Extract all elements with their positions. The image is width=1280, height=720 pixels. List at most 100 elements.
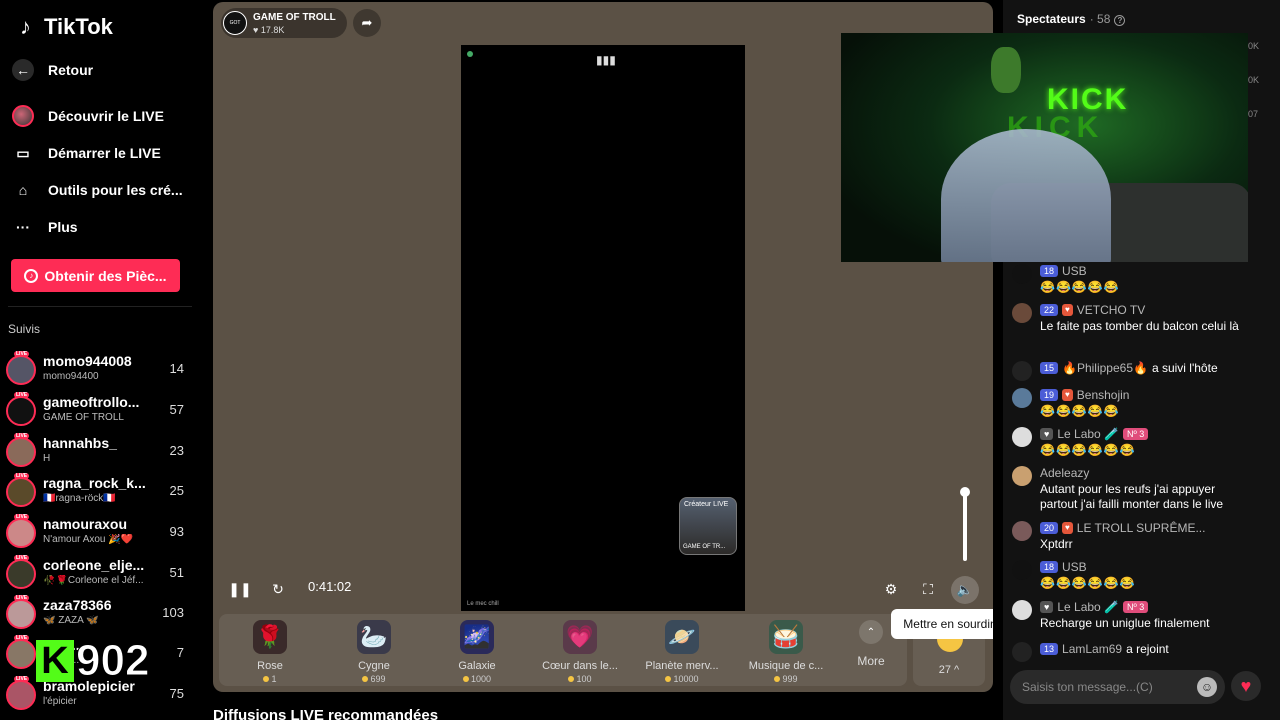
avatar [1012,264,1032,284]
video-caption: Le mec chill [467,601,499,607]
viewer-count: 93 [169,524,184,539]
nav-creator-tools[interactable]: ⌂ Outils pour les cré... [12,175,192,205]
nav-discover-live-label: Découvrir le LIVE [48,108,164,124]
viewers-title: Spectateurs [1017,12,1086,26]
nav-creator-tools-label: Outils pour les cré... [48,182,183,198]
coin-balance: 27 ^ [938,664,960,676]
following-item[interactable]: LIVE ragna_rock_k... 🇫🇷ragna-röck🇫🇷 25 [6,473,194,511]
nav-discover-live[interactable]: Découvrir le LIVE [12,101,192,131]
refresh-icon[interactable]: ↻ [265,576,291,602]
more-dots-icon: ··· [16,219,30,235]
following-item[interactable]: LIVE hannahbs_ H 23 [6,433,194,471]
gift-name: Rose [257,660,283,672]
following-item[interactable]: LIVE zaza78366 🦋 ZAZA 🦋 103 [6,595,194,633]
chat-input[interactable]: Saisis ton message...(C) ☺ [1010,670,1225,704]
help-icon[interactable]: ? [1114,15,1126,26]
emoji-icon[interactable]: ☺ [1197,677,1217,697]
tiktok-logo[interactable]: ♪ TikTok [20,14,113,40]
message-text: 😂😂😂😂😂 [1040,404,1120,418]
level-badge: 18 [1040,265,1059,277]
avatar [6,680,36,710]
gift-bar: 🌹 Rose 1 🦢 Cygne 699 🌌 Galaxie 1000 💗 Cœ… [219,614,907,686]
viewer-count: 7 [176,645,184,660]
following-item[interactable]: LIVE gameoftrollo... GAME OF TROLL 57 [6,392,194,430]
gift-name: Galaxie [458,660,496,672]
viewer-count: 57 [169,402,184,417]
level-badge: 15 [1040,362,1059,374]
following-name: corleone_elje... [43,557,145,573]
nav-start-live[interactable]: ▭ Démarrer le LIVE [12,138,192,168]
gift-item[interactable]: 🌹 Rose 1 [225,620,315,684]
top-viewer-score: 0K [1248,75,1260,85]
username: Adeleazy [1040,466,1090,480]
more-gifts-button[interactable]: ⌃ More [849,620,893,668]
host-likes: ♥ 17.8K [253,25,285,35]
arrow-left-icon: ← [12,59,34,81]
message-text: Recharge un uniglue finalement [1040,616,1210,630]
following-item[interactable]: LIVE corleone_elje... 🥀🌹Corleone el Jéf.… [6,555,194,593]
gift-price: 100 [535,674,625,684]
mute-tooltip: Mettre en sourdine (M) [891,609,993,639]
username: Le Labo 🧪 [1057,427,1119,441]
username: 🔥Philippe65🔥 [1062,361,1148,375]
stream-time: 0:41:02 [308,579,352,594]
username: Le Labo 🧪 [1057,600,1119,614]
kick-logo: K [36,640,74,682]
avatar [6,355,36,385]
recommended-title: Diffusions LIVE recommandées [213,707,439,720]
live-badge: LIVE [14,555,30,561]
nav-more[interactable]: ··· Plus [12,212,192,242]
tiktok-live-page: ♪ TikTok ← Retour Découvrir le LIVE ▭ Dé… [0,0,1280,720]
event-text: a suivi l'hôte [1151,361,1218,375]
following-name: namouraxou [43,516,128,532]
viewer-count: 25 [169,483,184,498]
gift-item[interactable]: 💗 Cœur dans le... 100 [535,620,625,684]
nav-back[interactable]: ← Retour [12,55,192,85]
viewers-header[interactable]: Spectateurs · 58? [1017,12,1126,26]
camera-icon: ▭ [16,144,30,161]
level-badge: ♥ [1040,428,1054,440]
follow-event-icon [1012,361,1032,381]
avatar [1012,560,1032,580]
live-badge: LIVE [14,676,30,682]
viewer-count: 75 [169,686,184,701]
fullscreen-icon[interactable]: ⛶ [915,576,941,602]
fan-badge: ♥ [1062,522,1073,534]
avatar [1012,427,1032,447]
following-name: gameoftrollo... [43,394,140,410]
username: Benshojin [1076,388,1130,402]
chat-input-placeholder: Saisis ton message...(C) [1022,680,1153,694]
avatar [1012,521,1032,541]
mute-button[interactable]: 🔈 [951,576,979,604]
drum-icon: 🥁 [769,620,803,654]
chevron-up-icon: ⌃ [859,620,883,644]
divider [8,306,192,307]
host-chip[interactable]: GOT GAME OF TROLL ♥ 17.8K [221,8,347,38]
gift-name: Cygne [358,660,390,672]
gift-price: 1000 [432,674,522,684]
gift-item[interactable]: 🌌 Galaxie 1000 [432,620,522,684]
gift-item[interactable]: 🪐 Planète merv... 10000 [637,620,727,684]
get-coins-label: Obtenir des Pièc... [44,267,167,284]
following-name: ragna_rock_k... [43,475,146,491]
avatar [6,477,36,507]
heart-icon[interactable]: ♥ [1231,671,1261,701]
viewer-count: 14 [169,361,184,376]
following-item[interactable]: LIVE momo944008 momo94400 14 [6,351,194,389]
volume-knob[interactable] [960,487,970,497]
share-icon[interactable]: ➦ [353,9,381,37]
pause-icon[interactable]: ❚❚ [227,576,253,602]
volume-slider[interactable] [963,489,967,561]
gift-item[interactable]: 🦢 Cygne 699 [329,620,419,684]
following-name: zaza78366 [43,597,112,613]
fan-badge: ♥ [1062,304,1073,316]
avatar [1012,303,1032,323]
live-creator-card[interactable]: Créateur LIVE GAME OF TR... [679,497,737,555]
level-badge: 18 [1040,561,1059,573]
gift-item[interactable]: 🥁 Musique de c... 999 [741,620,831,684]
get-coins-button[interactable]: ♪ Obtenir des Pièc... [11,259,180,292]
settings-icon[interactable]: ⚙ [878,576,904,602]
following-item[interactable]: LIVE namouraxou N'amour Axou 🎉❤️ 93 [6,514,194,552]
following-title: Suivis [8,322,41,336]
username: USB [1062,264,1087,278]
